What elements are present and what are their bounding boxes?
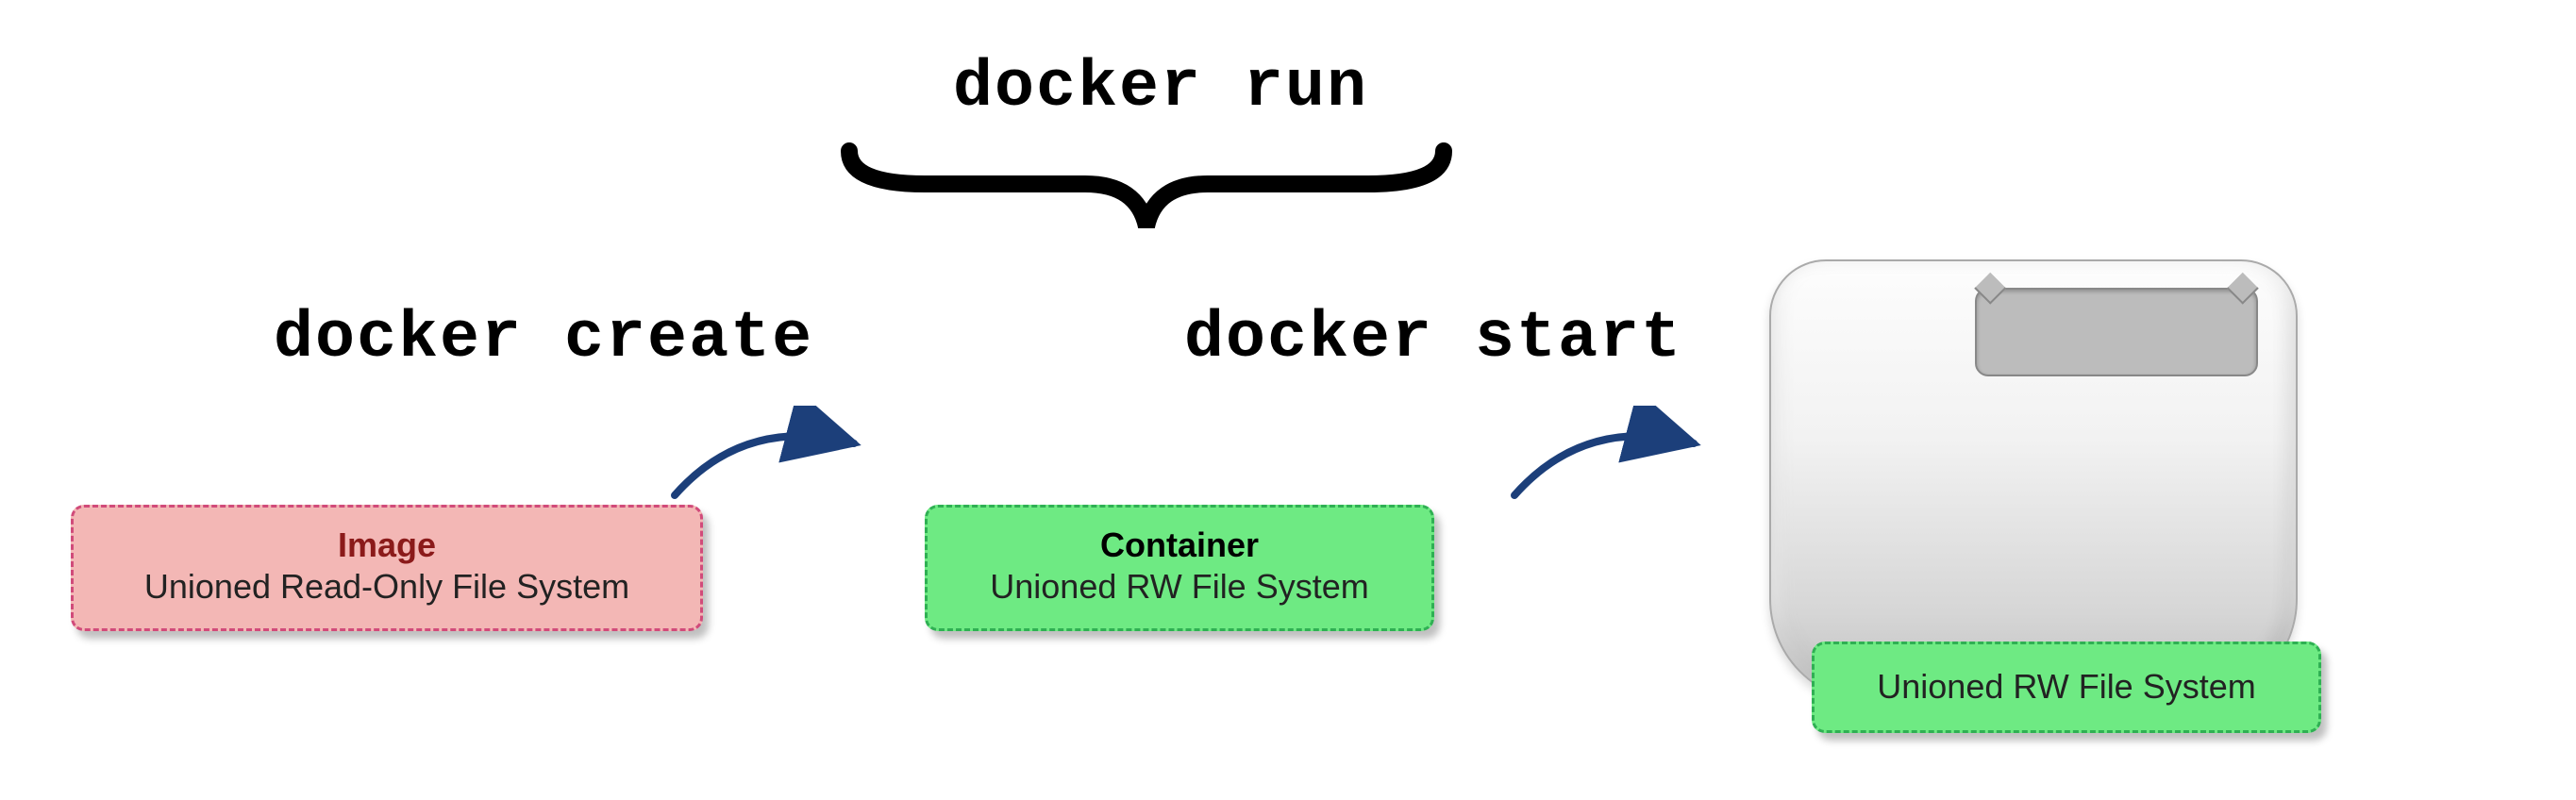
running-fs-subtitle: Unioned RW File System [1841, 665, 2292, 709]
label-docker-create: docker create [274, 302, 813, 376]
running-container-icon [1769, 259, 2298, 703]
arrow-start-icon [1500, 406, 1727, 519]
container-box: Container Unioned RW File System [925, 505, 1434, 631]
arrow-create-icon [661, 406, 887, 519]
label-docker-start: docker start [1184, 302, 1682, 376]
container-box-subtitle: Unioned RW File System [954, 565, 1405, 609]
label-docker-run: docker run [953, 51, 1368, 125]
image-box-title: Image [100, 525, 674, 565]
running-fs-box: Unioned RW File System [1812, 642, 2321, 733]
image-box-subtitle: Unioned Read-Only File System [100, 565, 674, 609]
image-box: Image Unioned Read-Only File System [71, 505, 703, 631]
container-box-title: Container [954, 525, 1405, 565]
pod-screen [1975, 288, 2258, 376]
brace-icon [821, 127, 1472, 241]
